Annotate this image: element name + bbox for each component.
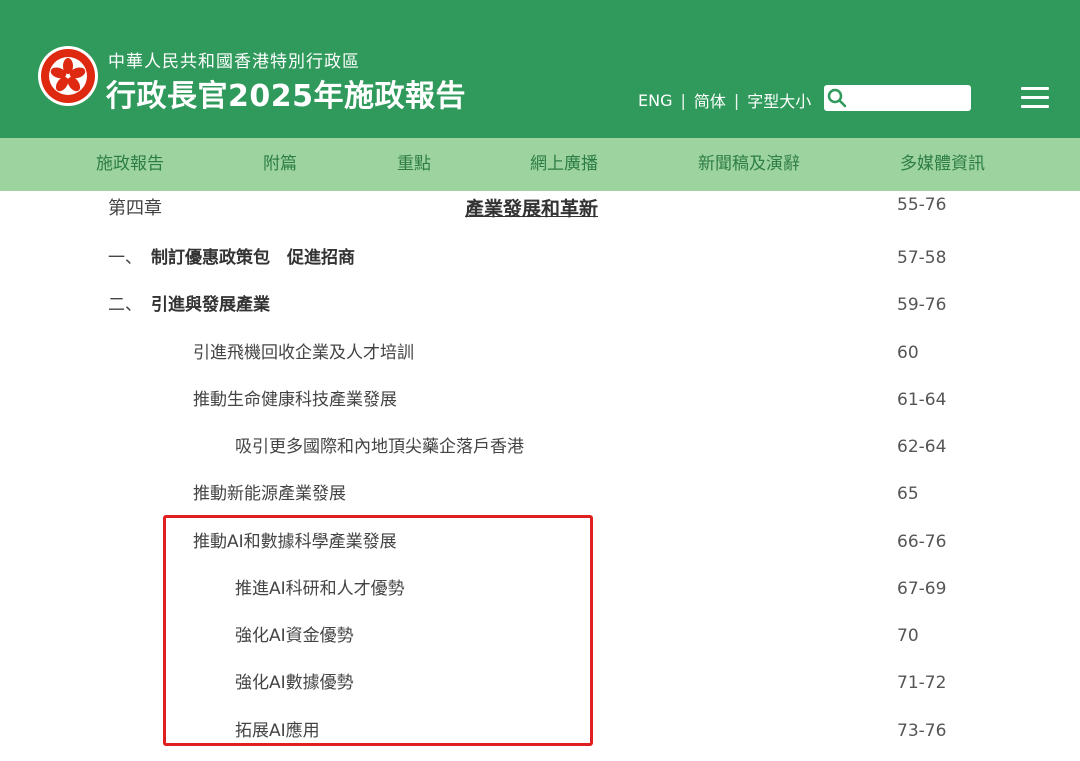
toc-row: 二、 引進與發展產業 59-76: [0, 290, 1080, 320]
chapter-label: 第四章: [108, 198, 162, 219]
toc-row: 強化AI數據優勢 71-72: [0, 668, 1080, 698]
site-subtitle: 中華人民共和國香港特別行政區: [108, 52, 360, 72]
toc-row: 推動AI和數據科學產業發展 66-76: [0, 527, 1080, 557]
search-icon[interactable]: [827, 88, 847, 112]
toc-row: 引進飛機回收企業及人才培訓 60: [0, 338, 1080, 368]
page-range: 55-76: [897, 195, 947, 215]
search-box[interactable]: [824, 85, 971, 111]
page-range: 65: [897, 484, 919, 504]
search-input[interactable]: [850, 88, 965, 106]
page-range: 60: [897, 343, 919, 363]
section-number: 一、: [108, 248, 142, 268]
toc-item-link[interactable]: 強化AI數據優勢: [235, 668, 354, 698]
page-range: 71-72: [897, 673, 947, 693]
hamburger-menu-icon[interactable]: [1021, 87, 1049, 109]
lang-simplified-link[interactable]: 简体: [694, 88, 726, 112]
nav-item-policy-address[interactable]: 施政報告: [96, 138, 164, 191]
toc-row: 強化AI資金優勢 70: [0, 621, 1080, 651]
nav-item-supplement[interactable]: 附篇: [263, 138, 297, 191]
page-range: 67-69: [897, 579, 947, 599]
nav-item-press-releases[interactable]: 新聞稿及演辭: [698, 138, 800, 191]
font-size-link[interactable]: 字型大小: [747, 88, 811, 112]
page-range: 59-76: [897, 295, 947, 315]
toc-row: 推動生命健康科技產業發展 61-64: [0, 385, 1080, 415]
language-switcher: ENG | 简体 | 字型大小: [638, 88, 811, 112]
site-header: 中華人民共和國香港特別行政區 行政長官2025年施政報告 ENG | 简体 | …: [0, 0, 1080, 138]
toc-row: 推進AI科研和人才優勢 67-69: [0, 574, 1080, 604]
toc-row: 一、 制訂優惠政策包 促進招商 57-58: [0, 243, 1080, 273]
nav-item-highlights[interactable]: 重點: [397, 138, 431, 191]
toc-row: 推動新能源產業發展 65: [0, 479, 1080, 509]
section-number: 二、: [108, 295, 142, 315]
separator: |: [680, 90, 686, 110]
toc-row: 拓展AI應用 73-76: [0, 716, 1080, 746]
toc-item-link[interactable]: 吸引更多國際和內地頂尖藥企落戶香港: [235, 432, 524, 462]
toc-item-link[interactable]: 推動生命健康科技產業發展: [193, 385, 397, 415]
toc-chapter-row: 第四章 產業發展和革新 55-76: [0, 194, 1080, 224]
toc-item-link[interactable]: 制訂優惠政策包 促進招商: [151, 243, 355, 273]
hksar-emblem-icon[interactable]: [37, 45, 99, 107]
toc-item-link[interactable]: 推動新能源產業發展: [193, 479, 346, 509]
page-range: 70: [897, 626, 919, 646]
page-range: 62-64: [897, 437, 947, 457]
toc-item-link[interactable]: 推動AI和數據科學產業發展: [193, 527, 397, 557]
page-range: 73-76: [897, 721, 947, 741]
separator: |: [733, 90, 740, 110]
toc-item-link[interactable]: 推進AI科研和人才優勢: [235, 574, 405, 604]
toc-item-link[interactable]: 強化AI資金優勢: [235, 621, 354, 651]
toc-item-link[interactable]: 引進與發展產業: [151, 290, 270, 320]
toc-item-link[interactable]: 引進飛機回收企業及人才培訓: [193, 338, 414, 368]
nav-item-multimedia[interactable]: 多媒體資訊: [900, 138, 985, 191]
lang-eng-link[interactable]: ENG: [638, 91, 672, 110]
toc-item-link[interactable]: 拓展AI應用: [235, 716, 320, 746]
page-range: 66-76: [897, 532, 947, 552]
page-range: 57-58: [897, 248, 947, 268]
toc-row: 吸引更多國際和內地頂尖藥企落戶香港 62-64: [0, 432, 1080, 462]
nav-item-webcast[interactable]: 網上廣播: [530, 138, 598, 191]
page-range: 61-64: [897, 390, 947, 410]
main-nav: 施政報告 附篇 重點 網上廣播 新聞稿及演辭 多媒體資訊: [0, 138, 1080, 191]
page-title[interactable]: 行政長官2025年施政報告: [106, 71, 466, 115]
chapter-title-link[interactable]: 產業發展和革新: [465, 194, 598, 224]
